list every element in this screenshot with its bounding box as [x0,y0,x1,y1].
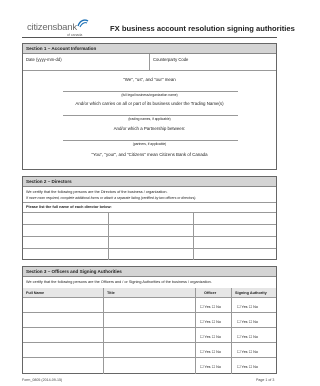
col-officer: Officer [204,291,217,295]
signing-yes-no-row-5[interactable]: ☐ Yes ☐ No [237,364,258,369]
legal-name-caption: (full legal business/organization name) [121,93,178,97]
section-officers-signing-authorities: Section 3 – Officers and Signing Authori… [22,266,277,374]
header-rule [22,37,277,38]
director-name-fields-col-3[interactable] [193,212,277,260]
date-field[interactable] [26,62,144,69]
officer-yes-no-row-2[interactable]: ☐ Yes ☐ No [200,319,221,324]
officers-certify-text: We certify that the following persons ar… [26,280,212,284]
form-id: Form_0805 (2014-09-15) [22,378,63,382]
partners-line[interactable] [63,140,238,141]
section-directors: Section 2 – Directors We certify that th… [22,176,277,260]
form-title: FX business account resolution signing a… [110,24,295,33]
officer-yes-no-row-4[interactable]: ☐ Yes ☐ No [200,349,221,354]
director-name-fields-col-1[interactable] [23,212,108,260]
partners-caption: (partners, if applicable) [132,142,167,146]
col-full-name: Full Name [26,291,45,295]
directors-fill-text: Please list the full name of each direct… [26,205,112,209]
officer-yes-no-row-1[interactable]: ☐ Yes ☐ No [200,304,221,309]
citizens-bank-logo: citizensbank of canada [27,19,89,38]
you-your-citizens-text: "You", "your", and "Citizens" mean Citiz… [91,152,208,157]
signing-yes-no-row-2[interactable]: ☐ Yes ☐ No [237,319,258,324]
form-page: citizensbank of canada FX business accou… [0,0,298,386]
officer-title-fields[interactable] [103,297,195,373]
officer-yes-no-row-5[interactable]: ☐ Yes ☐ No [200,364,221,369]
trading-name-line[interactable] [63,115,238,116]
we-us-our-text: "We", "us", and "our" mean [123,77,176,82]
logo-swirl-icon [77,19,89,28]
partnership-text: And/or which a Partnership between: [113,126,186,131]
section-3-heading: Section 3 – Officers and Signing Authori… [23,267,276,277]
section-account-information: Section 1 – Account Information Date (yy… [22,43,277,170]
logo-wordmark: citizensbank [27,22,77,33]
section-2-heading: Section 2 – Directors [23,177,276,187]
officer-name-fields[interactable] [23,297,103,373]
signing-yes-no-row-3[interactable]: ☐ Yes ☐ No [237,334,258,339]
legal-name-line[interactable] [63,91,238,92]
trading-name-text: And/or which carries on all or part of i… [75,101,224,106]
section-1-heading: Section 1 – Account Information [23,44,276,54]
date-divider [149,54,150,70]
counterparty-code-field[interactable] [153,62,273,69]
column-divider [231,288,232,374]
trading-name-caption: (trading names, if applicable) [128,117,171,121]
officer-yes-no-row-3[interactable]: ☐ Yes ☐ No [200,334,221,339]
page-number: Page 1 of 3 [256,378,275,382]
row-divider [23,202,276,203]
signing-yes-no-row-1[interactable]: ☐ Yes ☐ No [237,304,258,309]
directors-certify-text: We certify that the following persons ar… [26,190,168,194]
col-signing-authority: Signing Authority [235,291,267,295]
col-title: Title [107,291,115,295]
director-name-fields-col-2[interactable] [108,212,193,260]
row-divider [23,70,276,71]
signing-yes-no-row-4[interactable]: ☐ Yes ☐ No [237,349,258,354]
column-divider [195,288,196,374]
directors-more-room-text: If more room required, complete addition… [26,196,197,200]
